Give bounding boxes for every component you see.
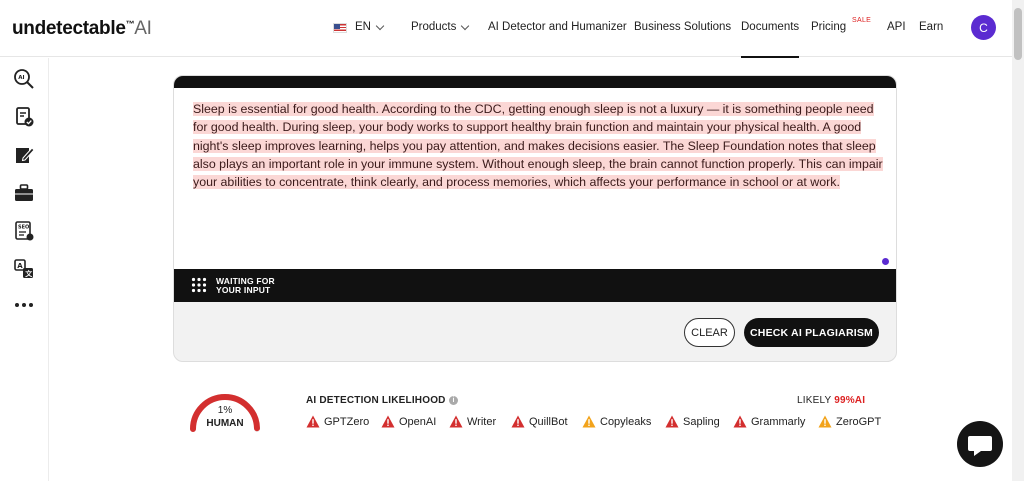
page-scrollbar[interactable] (1012, 0, 1024, 481)
detector-item: Copyleaks (582, 415, 651, 428)
nav-pricing[interactable]: Pricing (811, 21, 846, 33)
likely-ai-result: LIKELY 99%AI (797, 395, 865, 406)
warning-icon (733, 415, 747, 428)
status-dot-icon (882, 258, 889, 265)
svg-text:SEO: SEO (18, 225, 29, 231)
editor-card-header (174, 76, 896, 88)
ai-search-icon[interactable]: AI (13, 68, 35, 90)
warning-icon (306, 415, 320, 428)
left-sidebar: AI SEO A 文 (0, 58, 49, 481)
detector-name: ZeroGPT (836, 415, 882, 428)
status-text: WAITING FOR YOUR INPUT (216, 277, 275, 295)
nav-earn[interactable]: Earn (919, 21, 943, 33)
us-flag-icon[interactable] (333, 23, 347, 33)
products-chevron-down-icon[interactable] (460, 21, 470, 31)
human-label: HUMAN (206, 418, 244, 429)
document-check-icon[interactable] (13, 106, 35, 128)
detector-item: QuillBot (511, 415, 568, 428)
warning-icon (818, 415, 832, 428)
detector-item: Grammarly (733, 415, 805, 428)
detector-name: OpenAI (399, 415, 437, 428)
language-chevron-down-icon[interactable] (375, 21, 385, 31)
clear-button[interactable]: CLEAR (684, 318, 735, 347)
grid-dots-icon (191, 277, 207, 293)
svg-text:AI: AI (18, 75, 24, 81)
warning-icon (449, 415, 463, 428)
nav-business-solutions[interactable]: Business Solutions (634, 21, 731, 33)
text-editor[interactable]: Sleep is essential for good health. Acco… (174, 88, 896, 269)
detector-item: Writer (449, 415, 496, 428)
detector-name: Copyleaks (600, 415, 652, 428)
detector-item: Sapling (665, 415, 720, 428)
detector-item: GPTZero (306, 415, 369, 428)
detection-likelihood-title: AI DETECTION LIKELIHOOD (306, 395, 446, 406)
translate-icon[interactable]: A 文 (13, 258, 35, 280)
sale-badge: SALE (852, 17, 872, 24)
nav-documents[interactable]: Documents (741, 21, 800, 58)
scrollbar-thumb[interactable] (1014, 8, 1022, 60)
check-ai-plagiarism-button[interactable]: CHECK AI PLAGIARISM (744, 318, 879, 347)
detector-item: ZeroGPT (818, 415, 881, 428)
svg-text:A: A (17, 262, 23, 270)
language-selector[interactable]: EN (355, 21, 371, 33)
warning-icon (381, 415, 395, 428)
human-percent: 1% (217, 405, 233, 416)
warning-icon (511, 415, 525, 428)
brand-logo[interactable]: undetectable™AI (12, 18, 152, 40)
seo-report-icon[interactable]: SEO (13, 220, 35, 242)
logo-ai: AI (134, 18, 152, 39)
detector-name: Sapling (683, 415, 720, 428)
nav-ai-detector-humanizer[interactable]: AI Detector and Humanizer (488, 21, 627, 33)
nav-products[interactable]: Products (411, 21, 456, 33)
highlighted-text: Sleep is essential for good health. Acco… (193, 102, 883, 190)
nav-api[interactable]: API (887, 21, 906, 33)
top-navigation-bar: undetectable™AI EN Products AI Detector … (0, 0, 1024, 58)
warning-icon (665, 415, 679, 428)
likely-prefix: LIKELY (797, 395, 832, 406)
editor-status-bar: WAITING FOR YOUR INPUT (174, 269, 896, 302)
likely-value: 99%AI (834, 395, 866, 406)
chat-icon (968, 436, 992, 456)
status-line-2: YOUR INPUT (216, 285, 271, 295)
editor-card: Sleep is essential for good health. Acco… (173, 75, 897, 362)
user-avatar[interactable]: C (971, 15, 996, 40)
more-icon[interactable] (13, 294, 35, 316)
logo-trademark: ™ (125, 18, 135, 29)
detector-name: Grammarly (751, 415, 806, 428)
detector-item: OpenAI (381, 415, 436, 428)
chat-widget-button[interactable] (957, 421, 1003, 467)
warning-icon (582, 415, 596, 428)
edit-note-icon[interactable] (13, 144, 35, 166)
editor-text-content[interactable]: Sleep is essential for good health. Acco… (193, 100, 883, 191)
svg-text:文: 文 (25, 269, 33, 278)
detector-name: QuillBot (529, 415, 568, 428)
detector-name: GPTZero (324, 415, 370, 428)
logo-text: undetectable (12, 18, 126, 39)
detector-name: Writer (467, 415, 497, 428)
briefcase-icon[interactable] (13, 182, 35, 204)
info-icon[interactable]: i (449, 396, 458, 405)
